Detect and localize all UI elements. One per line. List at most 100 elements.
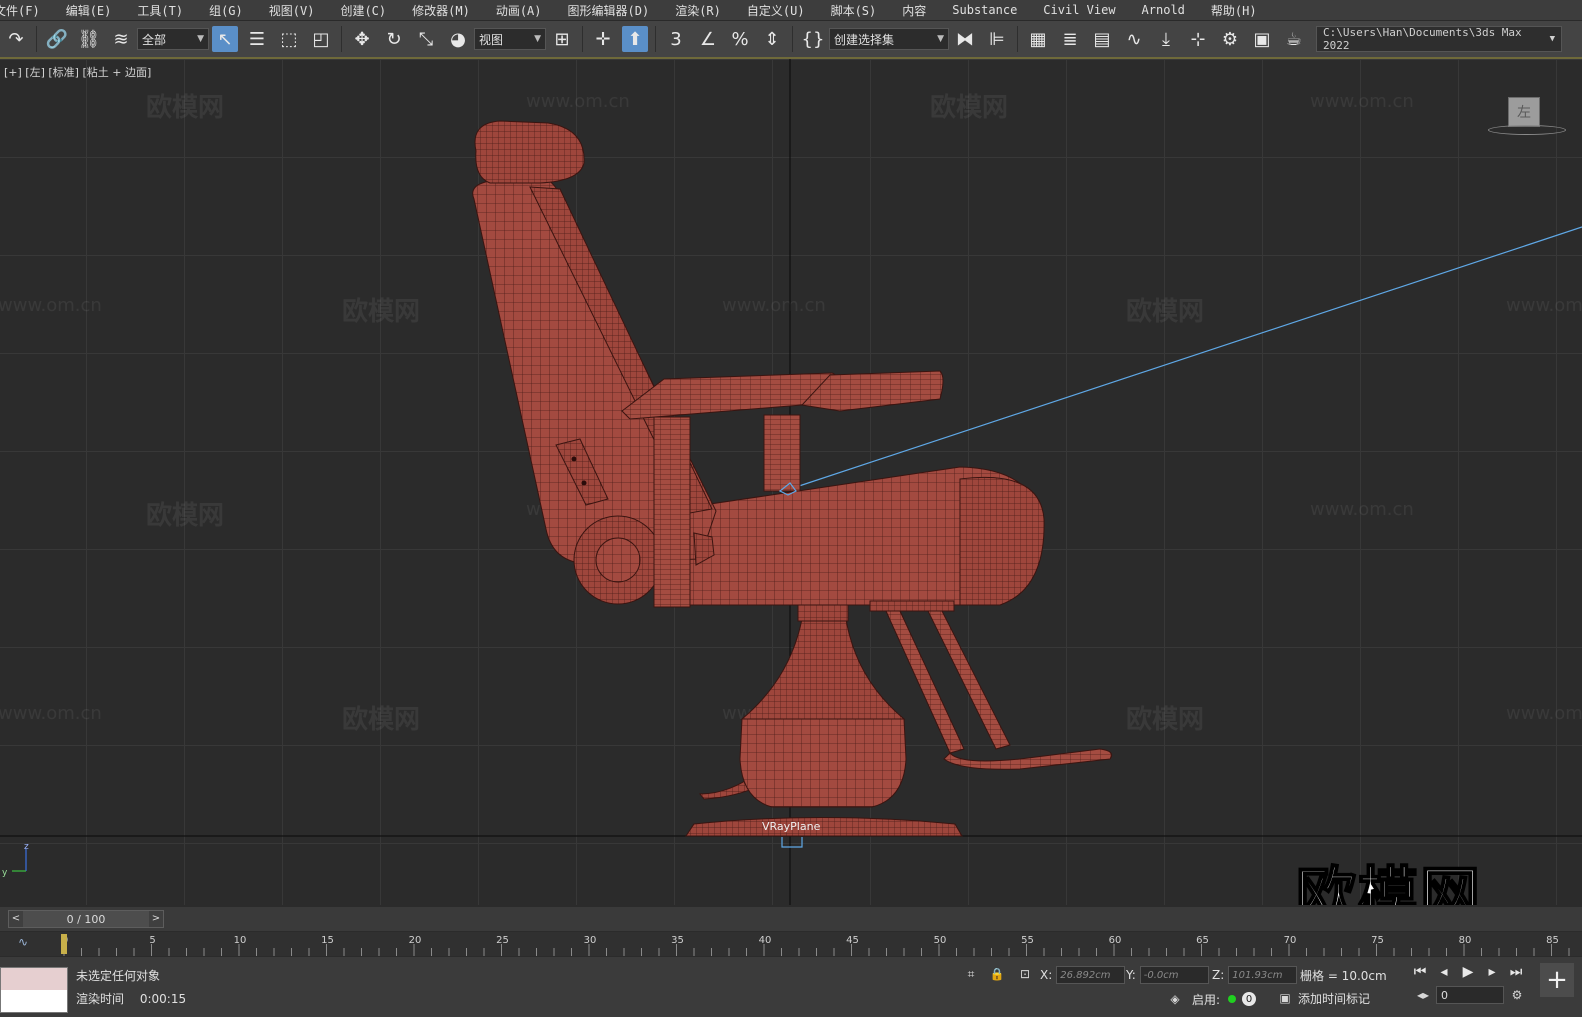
unlink-icon[interactable]: ⛓ (76, 26, 102, 52)
chevron-right-icon[interactable]: > (148, 911, 163, 927)
render-time-value: 0:00:15 (139, 992, 187, 1006)
menu-item[interactable]: 自定义(U) (735, 2, 819, 19)
ref-coord-dropdown[interactable]: 视图 ▼ (474, 28, 546, 50)
previous-frame-icon[interactable]: ◂ (1432, 964, 1456, 980)
viewcube-compass-ring[interactable] (1488, 125, 1566, 135)
menu-item[interactable]: 脚本(S) (819, 2, 891, 19)
menu-item[interactable]: Civil View (1031, 3, 1129, 17)
scale-icon[interactable]: ⤡ (413, 26, 439, 52)
mirror-icon[interactable]: ⧓ (952, 26, 978, 52)
add-button[interactable]: + (1540, 963, 1574, 997)
bind-spacewarp-icon[interactable]: ≋ (108, 26, 134, 52)
absolute-mode-icon[interactable]: ⊡ (1016, 965, 1034, 983)
key-mode-icon[interactable]: ◂▸ (1414, 986, 1432, 1004)
schematic-view-icon[interactable]: ⊹ (1185, 26, 1211, 52)
keyboard-shortcut-override-icon[interactable]: ⬆ (622, 26, 648, 52)
curve-editor-icon[interactable]: ∿ (1121, 26, 1147, 52)
grid-size: 栅格 = 10.0cm (1300, 969, 1387, 983)
menu-item[interactable]: 创建(C) (328, 2, 400, 19)
menu-item[interactable]: 组(G) (197, 2, 257, 19)
render-teapot-icon[interactable]: ☕ (1281, 26, 1307, 52)
current-frame-marker[interactable] (61, 934, 67, 954)
select-object-icon[interactable]: ↖ (212, 26, 238, 52)
frame-tick-label: 75 (1371, 935, 1384, 946)
y-field[interactable]: -0.0cm (1139, 966, 1209, 984)
chevron-left-icon[interactable]: < (9, 911, 23, 927)
material-editor-icon[interactable]: ⚙ (1217, 26, 1243, 52)
x-label: X: (1040, 968, 1053, 982)
z-field[interactable]: 101.93cm (1228, 966, 1298, 984)
frame-tick-label: 5 (149, 935, 155, 946)
layer-explorer-icon[interactable]: ≣ (1057, 26, 1083, 52)
seat-bracket (869, 600, 955, 612)
hinge-disc-center (595, 537, 641, 583)
menu-item[interactable]: 内容 (890, 2, 940, 19)
listener-input[interactable] (1, 968, 67, 990)
select-manipulate-icon[interactable]: ✛ (590, 26, 616, 52)
menu-item[interactable]: 图形编辑器(D) (556, 2, 664, 19)
project-path-dropdown[interactable]: C:\Users\Han\Documents\3ds Max 2022 ▼ (1316, 26, 1562, 52)
vray-plane-gizmo[interactable] (781, 837, 803, 848)
add-time-tag[interactable]: ▣ 添加时间标记 (1276, 989, 1370, 1007)
time-slider[interactable]: < 0 / 100 > (8, 910, 164, 928)
selection-filter-value: 全部 (142, 32, 167, 47)
next-frame-icon[interactable]: ▸ (1480, 964, 1504, 980)
select-by-name-icon[interactable]: ☰ (244, 26, 270, 52)
menu-item[interactable]: 修改器(M) (400, 2, 484, 19)
chevron-down-icon: ▼ (534, 34, 541, 44)
ribbon-toggle-icon[interactable]: ▤ (1089, 26, 1115, 52)
menu-item[interactable]: 动画(A) (484, 2, 556, 19)
spinner-snap-icon[interactable]: ⇕ (759, 26, 785, 52)
percent-snap-icon[interactable]: % (727, 26, 753, 52)
snap-dimension-label: 3 (670, 28, 682, 50)
maxscript-mini-listener[interactable] (0, 967, 68, 1013)
track-bar[interactable]: ∿ 0510152025303540455055606570758085 (0, 932, 1582, 956)
chair-base-plate (685, 817, 963, 837)
current-frame-field[interactable]: 0 (1436, 986, 1504, 1004)
adaptive-degradation: ◈ 启用: 0 (1166, 990, 1257, 1008)
angle-snap-icon[interactable]: ∠ (695, 26, 721, 52)
menu-item[interactable]: 编辑(E) (54, 2, 126, 19)
menu-item[interactable]: 工具(T) (125, 2, 197, 19)
edit-named-selection-icon[interactable]: {} (800, 26, 826, 52)
vray-plane-label: VRayPlane (762, 820, 821, 833)
left-viewport[interactable]: [+] [左] [标准] [粘土 + 边面] 欧模网 www.om.cn 欧模网… (0, 59, 1582, 905)
frame-tick-label: 60 (1109, 935, 1122, 946)
go-to-start-icon[interactable]: ⏮ (1408, 964, 1432, 980)
isolate-selection-icon[interactable]: ⌗ (962, 965, 980, 983)
menu-item[interactable]: 帮助(H) (1199, 2, 1271, 19)
rotate-icon[interactable]: ↻ (381, 26, 407, 52)
window-crossing-icon[interactable]: ◰ (308, 26, 334, 52)
scene-canvas: z y (0, 59, 1582, 905)
chair-base-bowl (739, 718, 907, 808)
frame-tick-label: 40 (759, 935, 772, 946)
menu-item[interactable]: 视图(V) (257, 2, 329, 19)
project-path-value: C:\Users\Han\Documents\3ds Max 2022 (1323, 26, 1522, 52)
selection-filter-dropdown[interactable]: 全部 ▼ (137, 28, 209, 50)
menu-item[interactable]: 渲染(R) (663, 2, 735, 19)
place-icon[interactable]: ◕ (445, 26, 471, 52)
pivot-center-icon[interactable]: ⊞ (549, 26, 575, 52)
x-field[interactable]: 26.892cm (1056, 966, 1126, 984)
play-icon[interactable]: ▶ (1456, 964, 1480, 980)
render-setup-icon[interactable]: ▣ (1249, 26, 1275, 52)
named-selection-dropdown[interactable]: 创建选择集 ▼ (829, 28, 949, 50)
move-icon[interactable]: ✥ (349, 26, 375, 52)
viewcube[interactable]: 左 (1508, 97, 1540, 127)
menu-item[interactable]: Arnold (1130, 3, 1199, 17)
snap-toggle-icon[interactable]: 3 (663, 26, 689, 52)
align-icon[interactable]: ⊫ (984, 26, 1010, 52)
lock-icon[interactable]: 🔒 (988, 965, 1006, 983)
chair-headrest (474, 120, 585, 184)
scene-explorer-icon[interactable]: ▦ (1025, 26, 1051, 52)
link-icon[interactable]: 🔗 (44, 26, 70, 52)
menu-item[interactable]: 文件(F) (0, 2, 54, 19)
named-selection-value: 创建选择集 (834, 32, 895, 47)
shield-icon[interactable]: ◈ (1166, 990, 1184, 1008)
time-config-icon[interactable]: ⚙ (1508, 986, 1526, 1004)
go-to-end-icon[interactable]: ⏭ (1504, 964, 1528, 980)
menu-item[interactable]: Substance (940, 3, 1031, 17)
redo-icon[interactable]: ↷ (3, 26, 29, 52)
rect-selection-icon[interactable]: ⬚ (276, 26, 302, 52)
dope-sheet-icon[interactable]: ⤓ (1153, 26, 1179, 52)
